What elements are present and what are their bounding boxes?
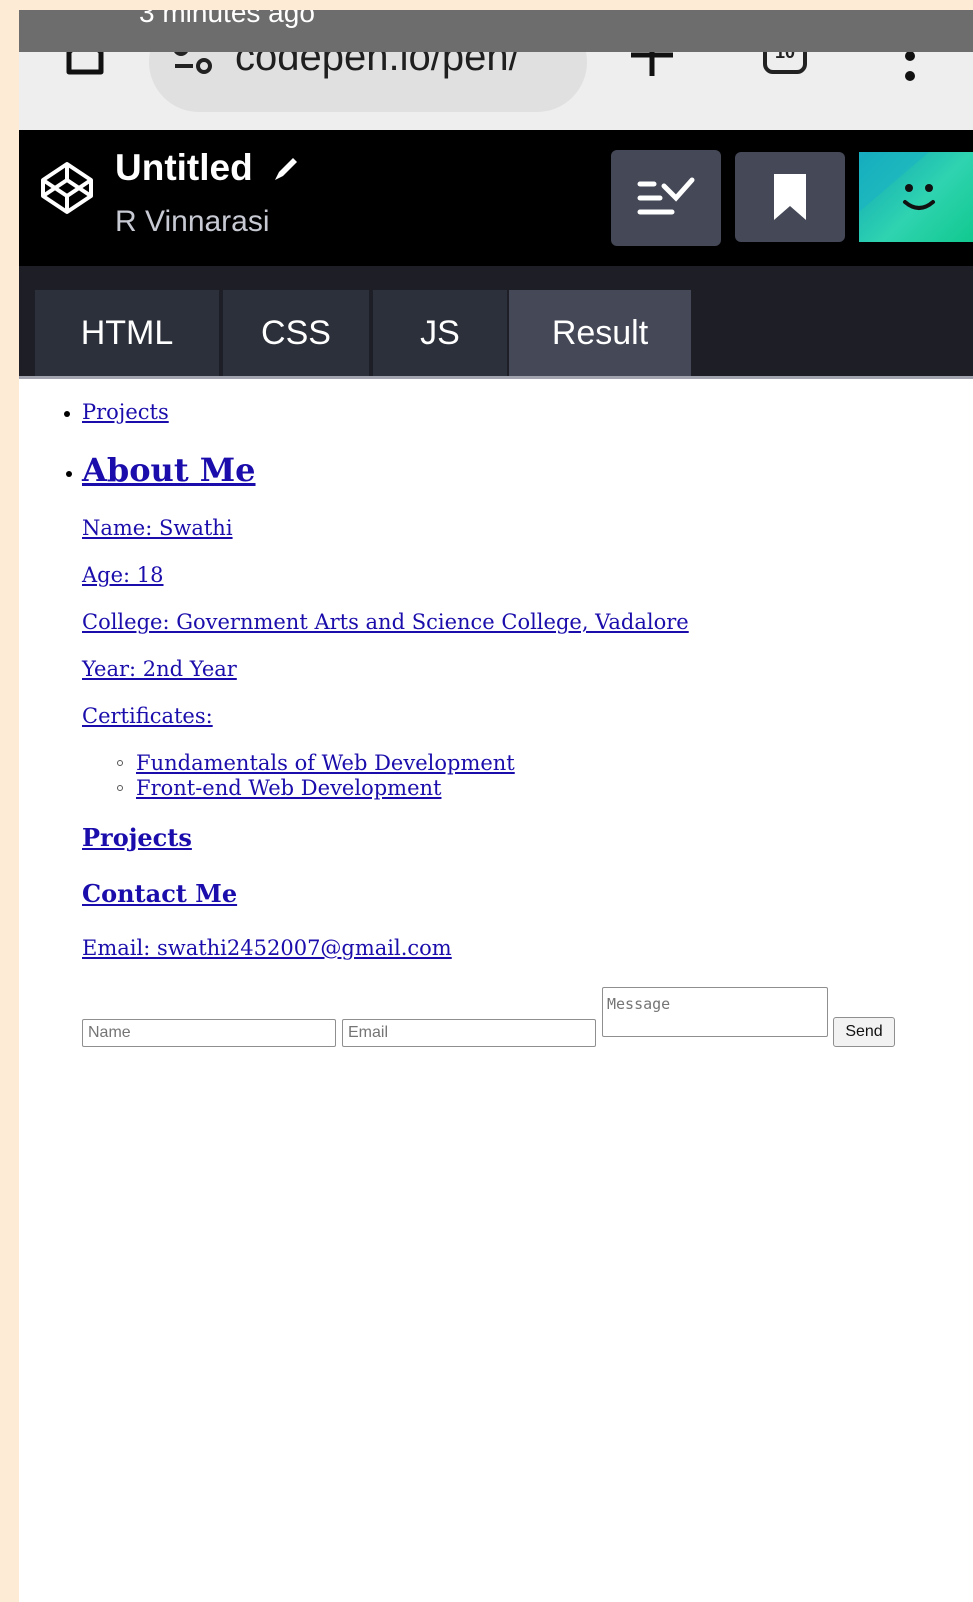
edit-pencil-icon[interactable] <box>271 154 301 184</box>
list-bullet <box>66 471 72 477</box>
age-link[interactable]: Age: 18 <box>82 562 164 588</box>
certificates-label[interactable]: Certificates: <box>82 703 213 729</box>
email-link[interactable]: Email: swathi2452007@gmail.com <box>82 935 452 961</box>
tab-css[interactable]: CSS <box>223 290 369 376</box>
change-view-button[interactable] <box>611 150 721 246</box>
year-link[interactable]: Year: 2nd Year <box>82 656 237 682</box>
tab-js[interactable]: JS <box>373 290 507 376</box>
tab-html[interactable]: HTML <box>35 290 219 376</box>
notification-toast: 3 minutes ago <box>19 10 973 52</box>
editor-tabs: HTML CSS JS Result <box>19 266 973 379</box>
send-button[interactable]: Send <box>833 1017 895 1047</box>
bookmark-button[interactable] <box>735 152 845 242</box>
about-me-heading[interactable]: About Me <box>82 451 256 489</box>
tab-result[interactable]: Result <box>509 290 691 376</box>
pen-title[interactable]: Untitled <box>115 146 253 190</box>
change-view-icon <box>637 177 695 215</box>
browser-toolbar: codepen.io/pen/ 10 3 minutes ago <box>19 10 973 132</box>
name-input[interactable]: Name <box>82 1019 336 1047</box>
bookmark-icon <box>774 174 806 220</box>
email-input[interactable]: Email <box>342 1019 596 1047</box>
projects-heading-link[interactable]: Projects <box>82 823 192 853</box>
contact-me-heading-link[interactable]: Contact Me <box>82 879 237 909</box>
list-bullet <box>64 411 70 417</box>
list-circle-bullet <box>117 760 123 766</box>
codepen-header: Untitled R Vinnarasi <box>19 130 973 266</box>
user-avatar[interactable] <box>859 152 973 242</box>
result-preview: Projects About Me Name: Swathi Age: 18 C… <box>19 379 973 1602</box>
toast-text: 3 minutes ago <box>139 10 315 28</box>
phone-screen: codepen.io/pen/ 10 3 minutes ago Untitle… <box>19 10 973 1602</box>
college-link[interactable]: College: Government Arts and Science Col… <box>82 609 689 635</box>
name-link[interactable]: Name: Swathi <box>82 515 233 541</box>
message-textarea[interactable]: Message <box>602 987 828 1037</box>
author-name[interactable]: R Vinnarasi <box>115 202 270 242</box>
certificate-item[interactable]: Front-end Web Development <box>136 775 441 801</box>
avatar-face-icon <box>859 152 935 212</box>
codepen-logo-icon[interactable] <box>39 160 95 216</box>
nav-projects-link[interactable]: Projects <box>82 399 169 425</box>
certificate-item[interactable]: Fundamentals of Web Development <box>136 750 515 776</box>
list-circle-bullet <box>117 785 123 791</box>
